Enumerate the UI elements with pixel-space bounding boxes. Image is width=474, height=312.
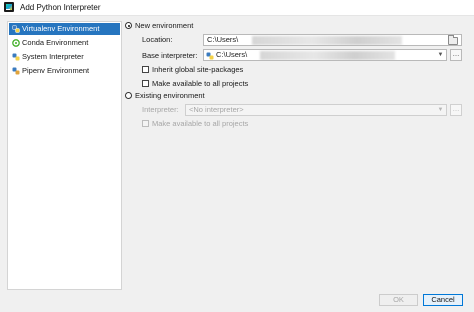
- pycharm-app-icon: [4, 2, 14, 12]
- location-field[interactable]: C:\Users\: [203, 34, 462, 46]
- redacted-path: [252, 36, 402, 45]
- browse-base-interpreter-button[interactable]: …: [450, 49, 462, 61]
- python-icon: [12, 53, 20, 61]
- redacted-path: [260, 51, 395, 60]
- existing-make-available-label: Make available to all projects: [152, 119, 249, 128]
- base-interpreter-select[interactable]: C:\Users\ ▼: [203, 49, 447, 61]
- cancel-button[interactable]: Cancel: [423, 294, 463, 306]
- sidebar-item-virtualenv[interactable]: Virtualenv Environment: [9, 23, 120, 35]
- ok-button[interactable]: OK: [379, 294, 418, 306]
- browse-interpreter-button[interactable]: …: [450, 104, 462, 116]
- location-value: C:\Users\: [207, 35, 239, 44]
- pipenv-icon: [12, 67, 20, 75]
- interpreter-value: <No interpreter>: [189, 105, 244, 114]
- location-label: Location:: [142, 35, 173, 44]
- sidebar-item-label: System Interpreter: [22, 52, 84, 61]
- inherit-global-checkbox[interactable]: [142, 66, 149, 73]
- conda-icon: [12, 39, 20, 47]
- new-environment-label: New environment: [135, 21, 194, 30]
- window-title: Add Python Interpreter: [20, 3, 101, 12]
- sidebar-item-label: Virtualenv Environment: [22, 24, 100, 33]
- python-icon: [206, 52, 214, 59]
- chevron-down-icon[interactable]: ▼: [436, 105, 445, 115]
- base-interpreter-value: C:\Users\: [216, 50, 248, 59]
- base-interpreter-label: Base interpreter:: [142, 51, 198, 60]
- make-available-checkbox[interactable]: [142, 80, 149, 87]
- existing-make-available-checkbox[interactable]: [142, 120, 149, 127]
- chevron-down-icon[interactable]: ▼: [436, 50, 445, 60]
- title-bar: Add Python Interpreter: [0, 0, 474, 16]
- sidebar-item-label: Conda Environment: [22, 38, 89, 47]
- interpreter-select[interactable]: <No interpreter> ▼: [185, 104, 447, 116]
- folder-icon[interactable]: [448, 35, 458, 45]
- existing-environment-radio[interactable]: [125, 92, 132, 99]
- sidebar-item-conda[interactable]: Conda Environment: [9, 37, 120, 49]
- sidebar-item-label: Pipenv Environment: [22, 66, 90, 75]
- virtualenv-icon: [12, 25, 20, 33]
- make-available-label: Make available to all projects: [152, 79, 249, 88]
- sidebar-item-system[interactable]: System Interpreter: [9, 51, 120, 63]
- dialog-window: Add Python Interpreter Virtualenv Enviro…: [0, 0, 474, 312]
- inherit-global-label: Inherit global site-packages: [152, 65, 244, 74]
- interpreter-label: Interpreter:: [142, 105, 179, 114]
- sidebar-item-pipenv[interactable]: Pipenv Environment: [9, 65, 120, 77]
- environment-type-list: Virtualenv Environment Conda Environment…: [7, 21, 122, 290]
- existing-environment-label: Existing environment: [135, 91, 205, 100]
- new-environment-radio[interactable]: [125, 22, 132, 29]
